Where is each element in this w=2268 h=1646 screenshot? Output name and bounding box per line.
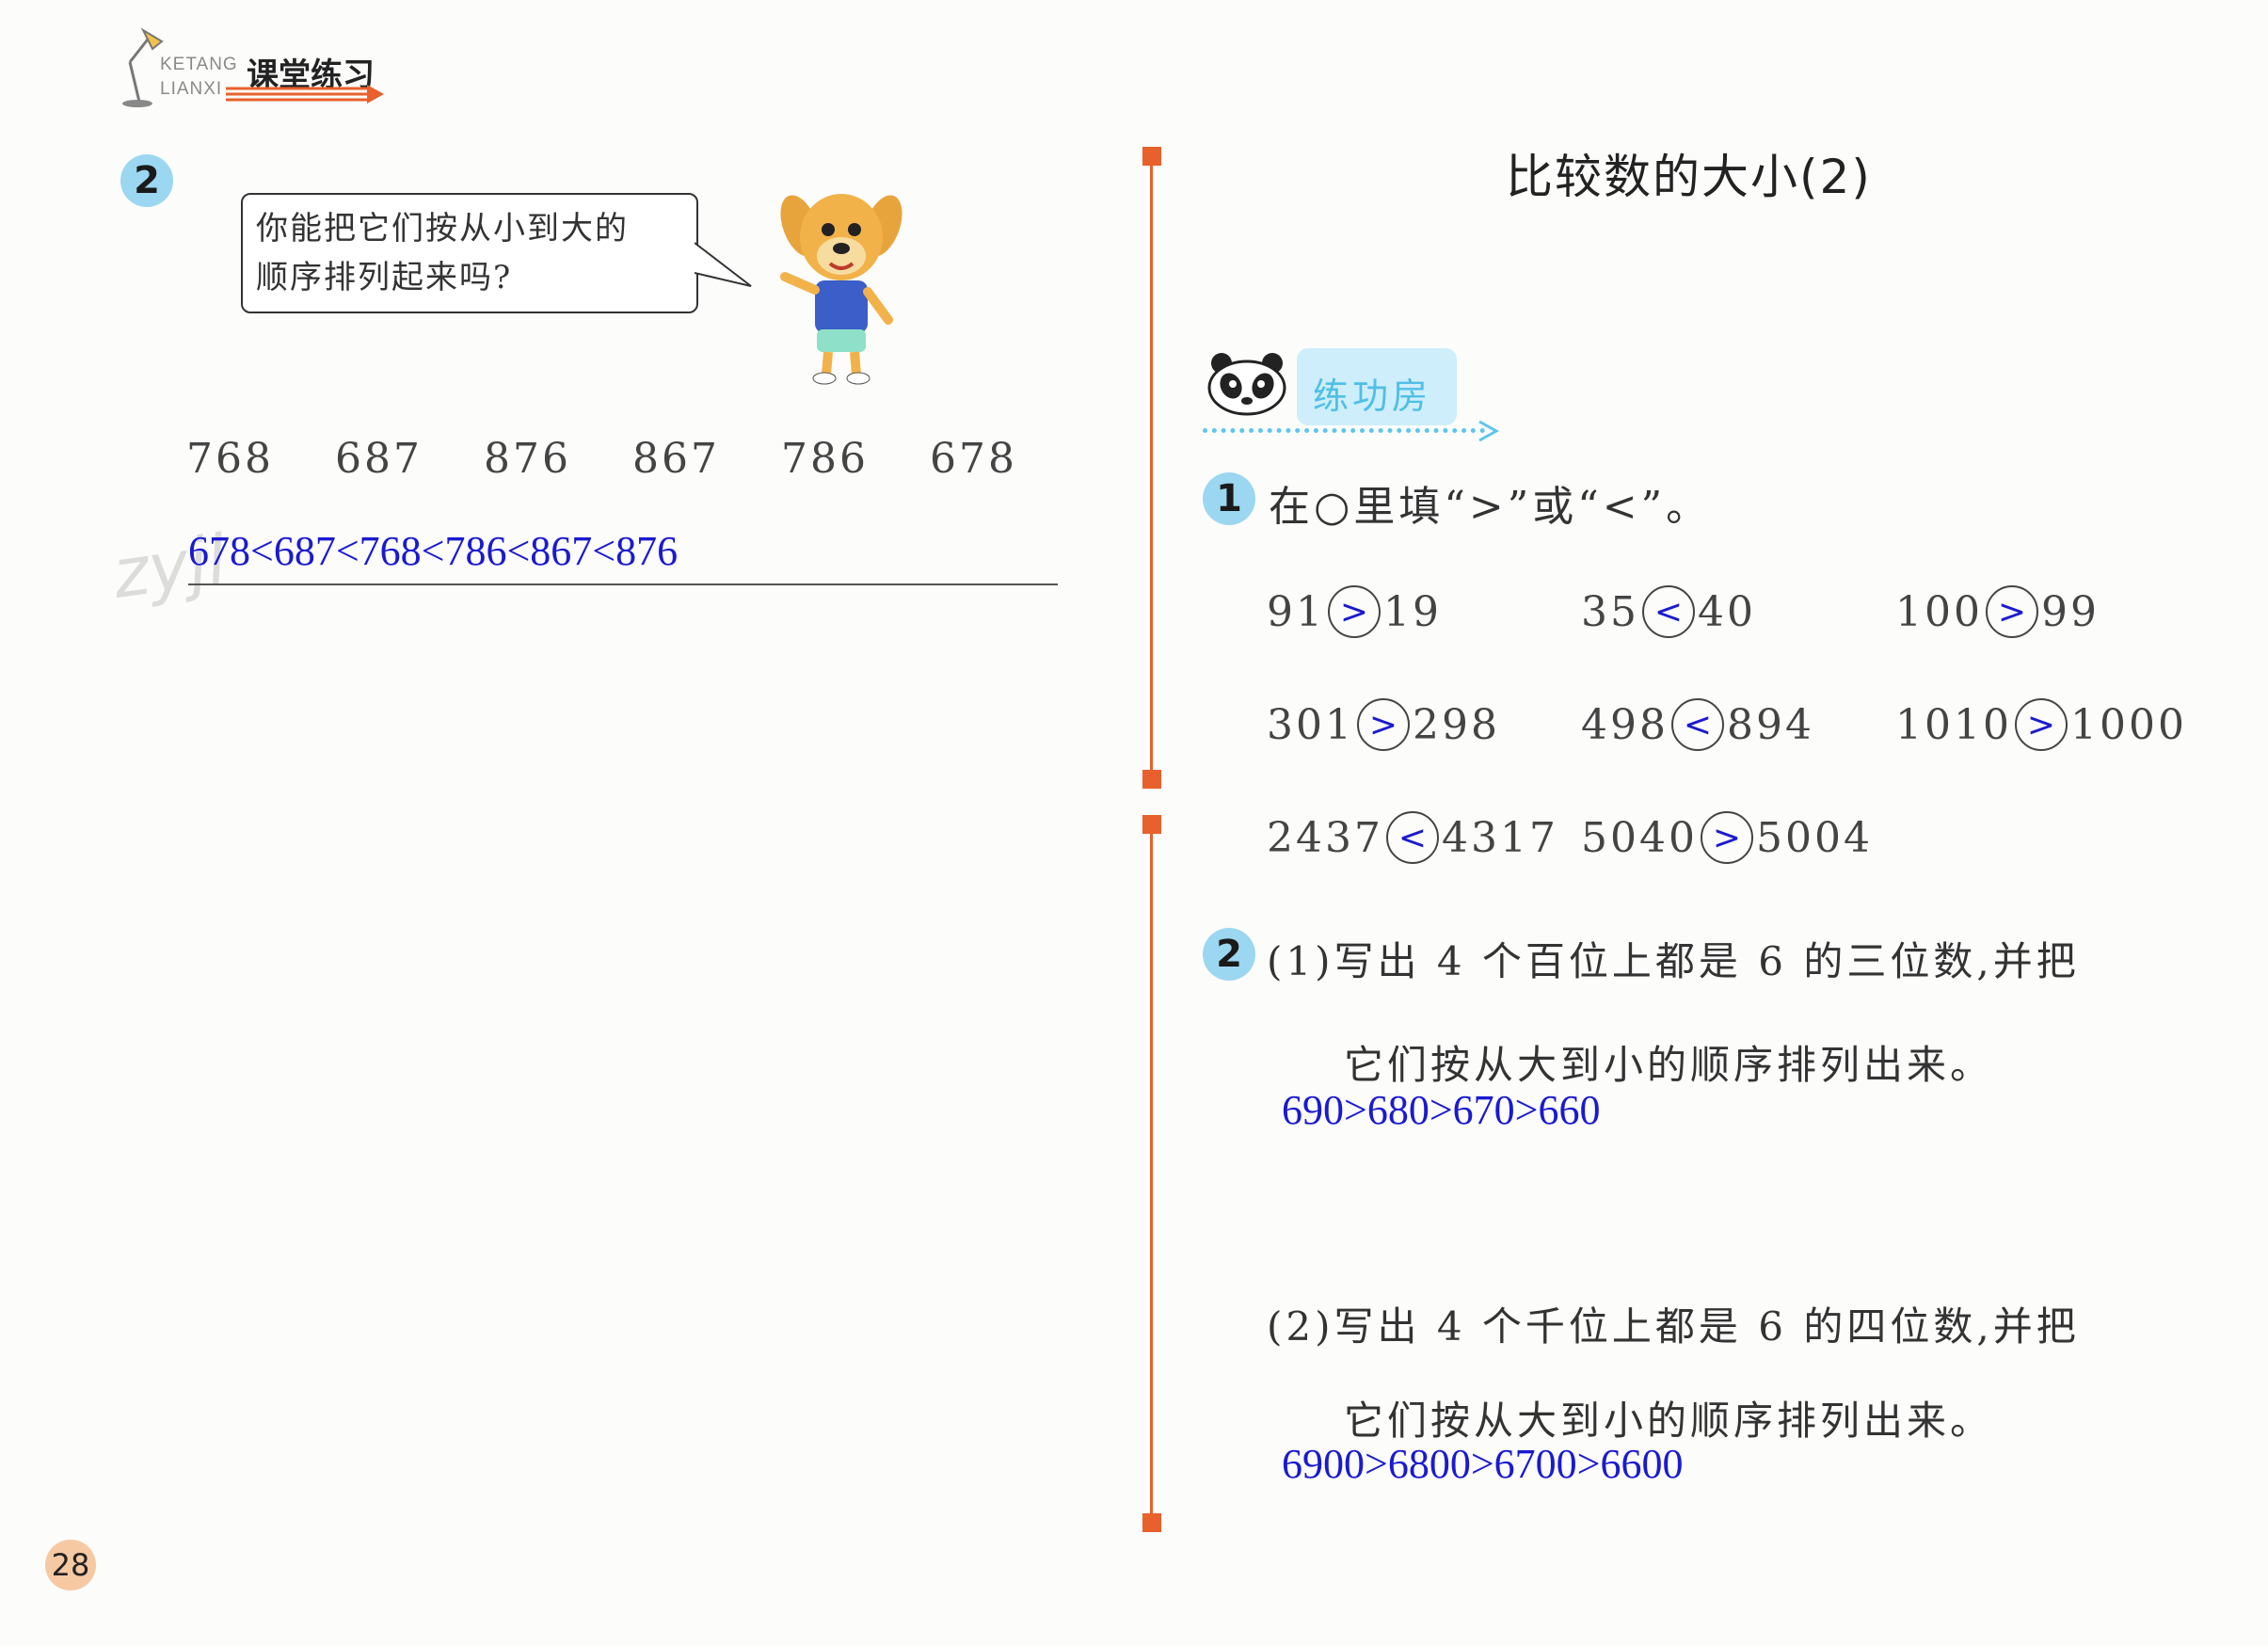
- answer-circle[interactable]: >: [1328, 585, 1381, 638]
- compare-item: 100 >99: [1895, 585, 2100, 638]
- q2-part2-line2: 它们按从大到小的顺序排列出来。: [1344, 1398, 1994, 1444]
- compare-item: 5040 >5004: [1581, 811, 1873, 864]
- number-item: 678: [930, 435, 1017, 483]
- page-number: 28: [45, 1540, 96, 1590]
- compare-item: 1010 >1000: [1895, 698, 2187, 751]
- q2-part1-answer: 690>680>670>660: [1282, 1087, 1601, 1133]
- page-title: 比较数的大小(2): [1506, 150, 1872, 204]
- compare-item: 2437 <4317: [1267, 811, 1558, 864]
- dog-mascot-icon: [780, 194, 902, 385]
- question-badge-2: 2: [120, 154, 173, 207]
- compare-item: 91 >19: [1267, 585, 1442, 638]
- number-item: 786: [781, 435, 869, 483]
- number-item: 867: [632, 435, 720, 483]
- speech-line-1: 你能把它们按从小到大的: [256, 210, 629, 248]
- panda-icon: [1207, 353, 1286, 416]
- logo-arrow-icon: [226, 85, 384, 104]
- answer-circle[interactable]: <: [1642, 585, 1695, 638]
- compare-item: 35 <40: [1581, 585, 1756, 638]
- q2-part2-answer: 6900>6800>6700>6600: [1282, 1441, 1684, 1487]
- divider-cap: [1142, 770, 1161, 789]
- answer-circle[interactable]: >: [1700, 811, 1753, 864]
- speech-line-2: 顺序排列起来吗?: [256, 259, 513, 296]
- speech-tail-icon: [695, 242, 752, 287]
- section-dotted-line: [1203, 428, 1485, 433]
- logo-text-en-2: LIANXI: [160, 79, 223, 99]
- header-logo: KETANG LIANXI 课堂练习: [113, 24, 386, 109]
- compare-item: 498 <894: [1581, 698, 1814, 751]
- logo-text-en-1: KETANG: [160, 55, 238, 74]
- divider-line-upper: [1150, 160, 1153, 781]
- answer-circle[interactable]: >: [1985, 585, 2038, 638]
- answer-circle[interactable]: <: [1670, 698, 1724, 751]
- q2-part2-line1: (2)写出 4 个千位上都是 6 的四位数,并把: [1267, 1303, 2080, 1350]
- arrow-right-icon: [1478, 420, 1500, 442]
- number-item: 876: [484, 435, 571, 483]
- q2-part1-line2: 它们按从大到小的顺序排列出来。: [1344, 1042, 1994, 1088]
- answer-circle[interactable]: >: [1356, 698, 1410, 751]
- compare-item: 301 >298: [1267, 698, 1500, 751]
- section-label: 练功房: [1313, 376, 1432, 417]
- answer-circle[interactable]: <: [1385, 811, 1439, 864]
- q2-part1-line1: (1)写出 4 个百位上都是 6 的三位数,并把: [1267, 938, 2080, 984]
- answer-sorted-ascending: 678<687<768<786<867<876: [188, 528, 679, 574]
- divider-cap-bottom: [1142, 1513, 1161, 1532]
- question-badge-2: 2: [1203, 928, 1255, 981]
- q1-prompt: 在○里填“>”或“<”。: [1269, 483, 1712, 531]
- answer-line: [188, 583, 1058, 585]
- number-item: 687: [335, 435, 423, 483]
- speech-bubble: 你能把它们按从小到大的 顺序排列起来吗?: [241, 193, 698, 313]
- divider-line-lower: [1150, 828, 1153, 1525]
- answer-circle[interactable]: >: [2014, 698, 2068, 751]
- number-item: 768: [186, 435, 274, 483]
- question-badge-1: 1: [1203, 472, 1255, 525]
